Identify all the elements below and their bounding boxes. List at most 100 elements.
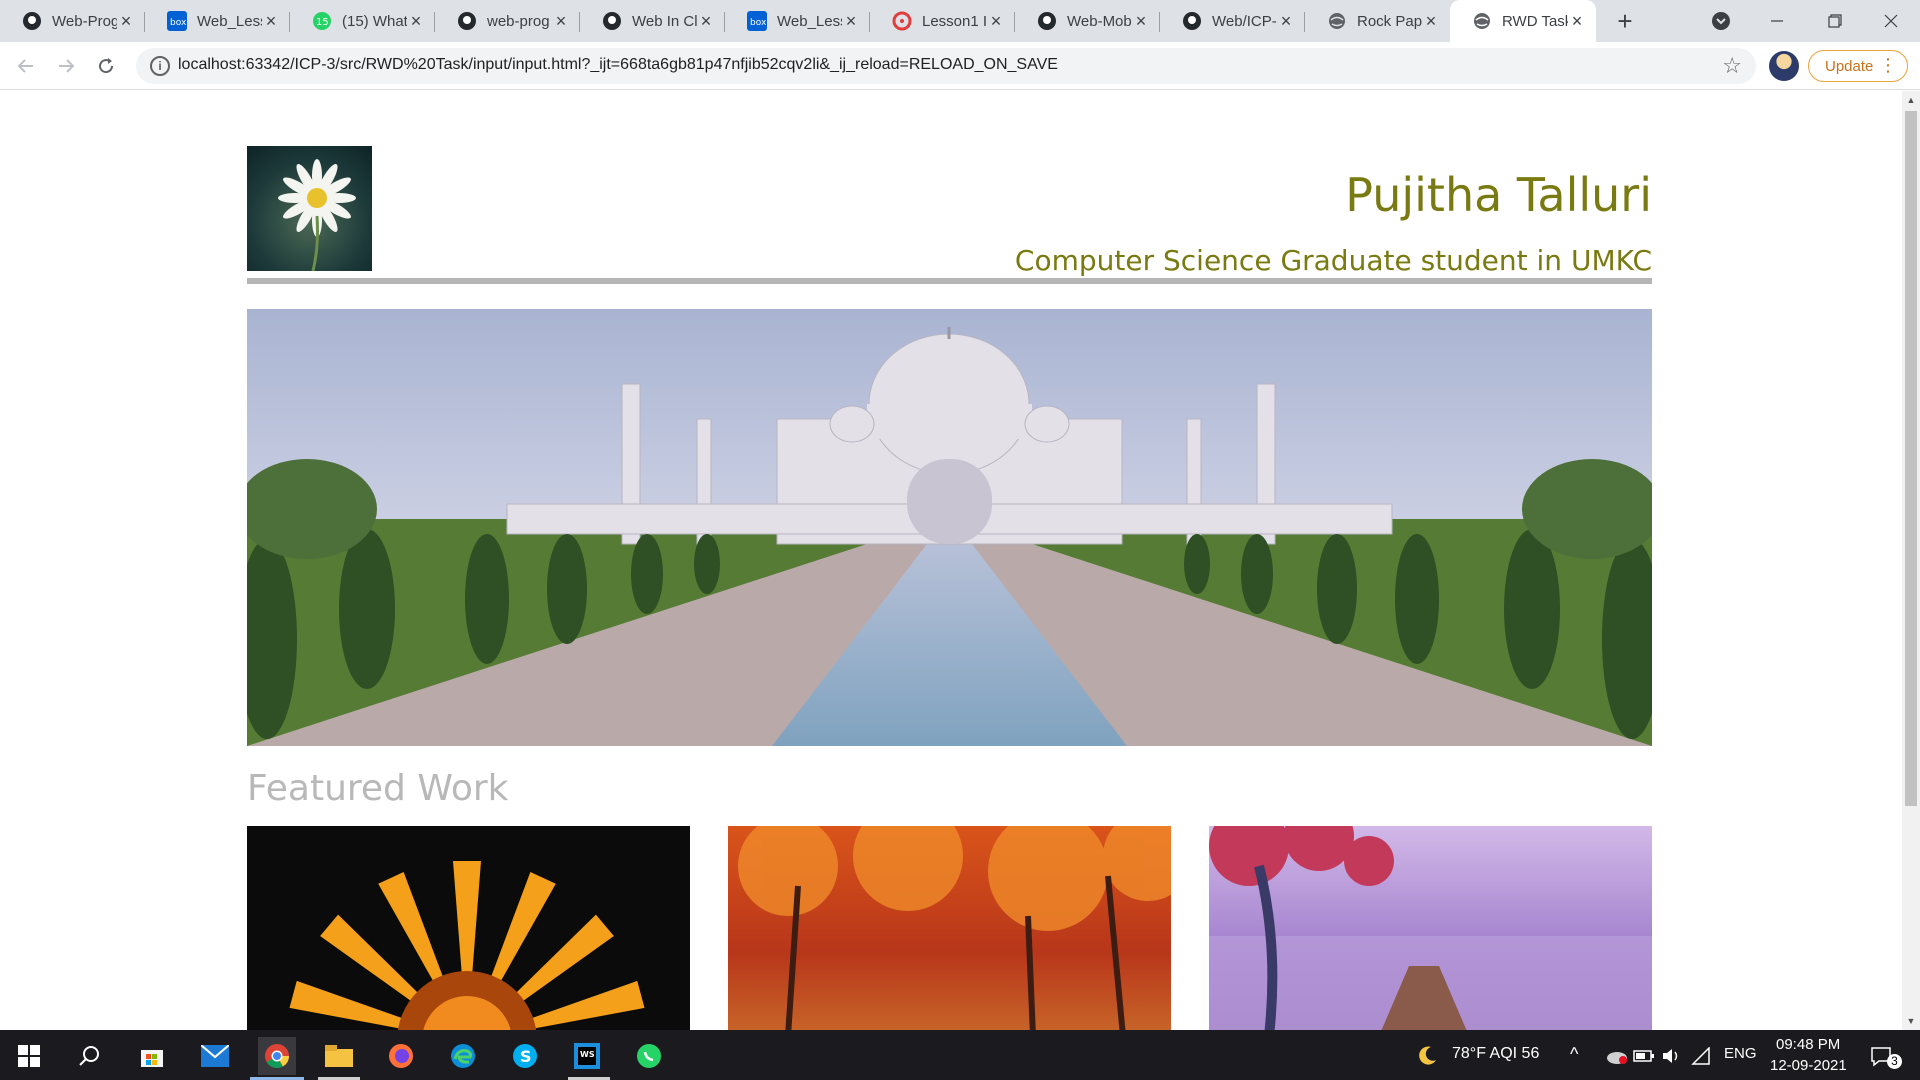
author-subtitle: Computer Science Graduate student in UMK… (1014, 244, 1652, 277)
github-icon (1037, 11, 1057, 31)
reload-button[interactable] (90, 50, 122, 82)
svg-text:box: box (170, 18, 187, 28)
tab-label: Web/ICP- (1212, 12, 1277, 30)
weather-widget[interactable] (1408, 1037, 1446, 1075)
tab-label: Web-Mob (1067, 12, 1132, 30)
forward-button[interactable] (50, 50, 82, 82)
webstorm-app[interactable]: WS (568, 1037, 606, 1075)
scrollbar-thumb[interactable] (1905, 111, 1917, 806)
wheel-icon (892, 11, 912, 31)
tab-lesson1[interactable]: Lesson1 I × (870, 0, 1015, 42)
scroll-down-icon[interactable]: ▼ (1905, 1016, 1917, 1026)
page-viewport: Pujitha Talluri Computer Science Graduat… (0, 91, 1920, 1030)
restore-icon (1828, 14, 1842, 28)
firefox-app[interactable] (382, 1037, 420, 1075)
tab-label: (15) What (342, 12, 407, 30)
edge-icon (451, 1044, 475, 1068)
mail-app[interactable] (196, 1037, 234, 1075)
tab-rwd-task[interactable]: RWD Task × (1450, 0, 1596, 42)
vertical-scrollbar[interactable]: ▲ ▼ (1902, 91, 1920, 1030)
github-icon (602, 11, 622, 31)
more-menu-icon[interactable]: ⋮ (1879, 55, 1897, 76)
whatsapp-app[interactable] (630, 1037, 668, 1075)
chevron-down-icon (1712, 12, 1730, 30)
close-icon[interactable]: × (117, 11, 135, 32)
close-icon[interactable]: × (1568, 11, 1586, 32)
close-icon (1884, 14, 1898, 28)
whatsapp-icon: 15 (312, 11, 332, 31)
edge-app[interactable] (444, 1037, 482, 1075)
tab-label: Web_Less (197, 12, 262, 30)
start-button[interactable] (10, 1037, 48, 1075)
language-indicator[interactable]: ENG (1724, 1045, 1757, 1062)
info-icon[interactable]: i (150, 56, 170, 76)
close-icon[interactable]: × (1132, 11, 1150, 32)
mail-icon (201, 1045, 229, 1067)
tab-label: Web In Cl (632, 12, 697, 30)
file-explorer-app[interactable] (320, 1037, 358, 1075)
profile-avatar[interactable] (1769, 51, 1799, 81)
arrow-left-icon (17, 59, 33, 73)
close-icon[interactable]: × (697, 11, 715, 32)
tab-rock-paper[interactable]: Rock Pape × (1305, 0, 1450, 42)
update-button[interactable]: Update ⋮ (1808, 50, 1908, 82)
chrome-app[interactable] (258, 1037, 296, 1075)
restore-button[interactable] (1806, 0, 1864, 42)
featured-work-heading: Featured Work (247, 768, 509, 809)
close-icon[interactable]: × (842, 11, 860, 32)
chrome-icon (265, 1044, 289, 1069)
close-icon[interactable]: × (987, 11, 1005, 32)
svg-text:WS: WS (580, 1050, 595, 1059)
store-app[interactable] (133, 1037, 171, 1075)
github-icon (22, 11, 42, 31)
new-tab-button[interactable]: + (1610, 6, 1640, 36)
close-icon[interactable]: × (407, 11, 425, 32)
tab-web-less-2[interactable]: box Web_Less × (725, 0, 870, 42)
close-icon[interactable]: × (1422, 11, 1440, 32)
bookmark-star-icon[interactable]: ☆ (1722, 53, 1742, 79)
globe-icon (1327, 11, 1347, 31)
search-button[interactable] (70, 1037, 108, 1075)
svg-text:box: box (750, 18, 767, 28)
tab-label: Lesson1 I (922, 12, 987, 30)
tab-web-mob[interactable]: Web-Mob × (1015, 0, 1160, 42)
browser-toolbar: i localhost:63342/ICP-3/src/RWD%20Task/i… (0, 42, 1920, 90)
update-label: Update (1825, 57, 1874, 75)
show-hidden-icons-icon[interactable]: ^ (1570, 1044, 1578, 1065)
daisy-logo-image (247, 146, 372, 271)
tab-label: Rock Pape (1357, 12, 1422, 30)
scroll-up-icon[interactable]: ▲ (1905, 95, 1917, 105)
featured-flower-image (247, 826, 690, 1030)
address-bar[interactable]: i localhost:63342/ICP-3/src/RWD%20Task/i… (136, 48, 1756, 84)
folder-icon (325, 1045, 353, 1067)
url-text[interactable]: localhost:63342/ICP-3/src/RWD%20Task/inp… (178, 56, 1058, 74)
close-icon[interactable]: × (262, 11, 280, 32)
tab-label: RWD Task (1502, 12, 1568, 30)
close-icon[interactable]: × (552, 11, 570, 32)
close-icon[interactable]: × (1277, 11, 1295, 32)
store-icon (141, 1050, 163, 1067)
tab-web-in-cl[interactable]: Web In Cl × (580, 0, 725, 42)
skype-app[interactable]: S (506, 1037, 544, 1075)
tab-web-prog[interactable]: Web-Prog × (0, 0, 145, 42)
weather-text[interactable]: 78°F AQI 56 (1452, 1045, 1539, 1063)
search-icon (79, 1046, 99, 1066)
skype-icon: S (513, 1044, 537, 1068)
network-tray[interactable] (1682, 1037, 1720, 1075)
clock-date[interactable]: 12-09-2021 (1770, 1057, 1847, 1074)
github-icon (1182, 11, 1202, 31)
whatsapp-icon (637, 1044, 661, 1068)
tab-web-less-1[interactable]: box Web_Less × (145, 0, 290, 42)
arrow-right-icon (59, 59, 75, 73)
battery-icon (1633, 1050, 1654, 1062)
featured-lake-tree-image (1209, 826, 1652, 1030)
back-button[interactable] (10, 50, 42, 82)
tab-whatsapp[interactable]: 15 (15) What × (290, 0, 435, 42)
clock-time[interactable]: 09:48 PM (1776, 1036, 1840, 1053)
tab-web-icp[interactable]: Web/ICP- × (1160, 0, 1305, 42)
svg-text:S: S (520, 1047, 532, 1066)
minimize-button[interactable] (1748, 0, 1806, 42)
tab-web-prog-2[interactable]: web-prog × (435, 0, 580, 42)
close-window-button[interactable] (1862, 0, 1920, 42)
tab-search-button[interactable] (1692, 0, 1750, 42)
